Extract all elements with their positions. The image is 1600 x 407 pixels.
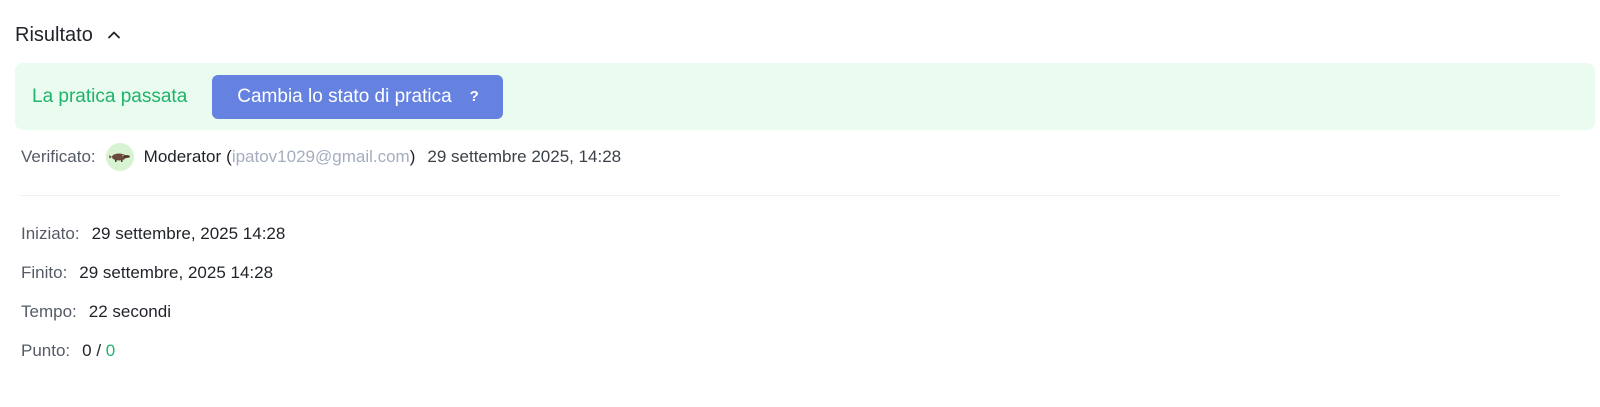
change-status-button[interactable]: Cambia lo stato di pratica ? (212, 74, 503, 119)
avatar (105, 143, 134, 171)
time-value: 22 secondi (88, 302, 171, 321)
started-value: 29 settembre, 2025 14:28 (91, 224, 286, 243)
moderator-email[interactable]: ipatov1029@gmail.com (232, 147, 410, 167)
score-max: 0 (105, 341, 116, 360)
started-row: Iniziato: 29 settembre, 2025 14:28 (21, 222, 285, 246)
platypus-avatar-icon (108, 153, 130, 162)
help-icon[interactable]: ? (470, 88, 479, 105)
result-banner: La pratica passata Cambia lo stato di pr… (15, 63, 1595, 130)
verification-row: Verificato: Moderator ( ipatov1029@gmail… (21, 142, 621, 172)
result-section-toggle[interactable]: Risultato (15, 22, 123, 48)
close-paren: ) (409, 147, 416, 166)
started-label: Iniziato: (21, 224, 80, 243)
result-status: La pratica passata (32, 85, 188, 107)
chevron-up-icon[interactable] (105, 26, 123, 44)
result-section: Risultato La pratica passata Cambia lo s… (0, 0, 1600, 407)
finished-value: 29 settembre, 2025 14:28 (79, 263, 274, 282)
section-title: Risultato (15, 23, 93, 46)
score-obtained: 0 / (82, 341, 106, 360)
score-value: 0 / 0 (82, 341, 115, 361)
time-row: Tempo: 22 secondi (21, 300, 171, 324)
finished-row: Finito: 29 settembre, 2025 14:28 (21, 261, 273, 285)
divider (21, 195, 1561, 196)
score-row: Punto: 0 / 0 (21, 339, 115, 363)
time-label: Tempo: (21, 302, 77, 321)
finished-label: Finito: (21, 263, 68, 282)
verification-date: 29 settembre 2025, 14:28 (427, 147, 622, 166)
moderator-name: Moderator (143, 147, 222, 166)
verified-label: Verificato: (21, 147, 96, 166)
change-status-button-label: Cambia lo stato di pratica (237, 85, 452, 107)
score-label: Punto: (21, 341, 71, 360)
